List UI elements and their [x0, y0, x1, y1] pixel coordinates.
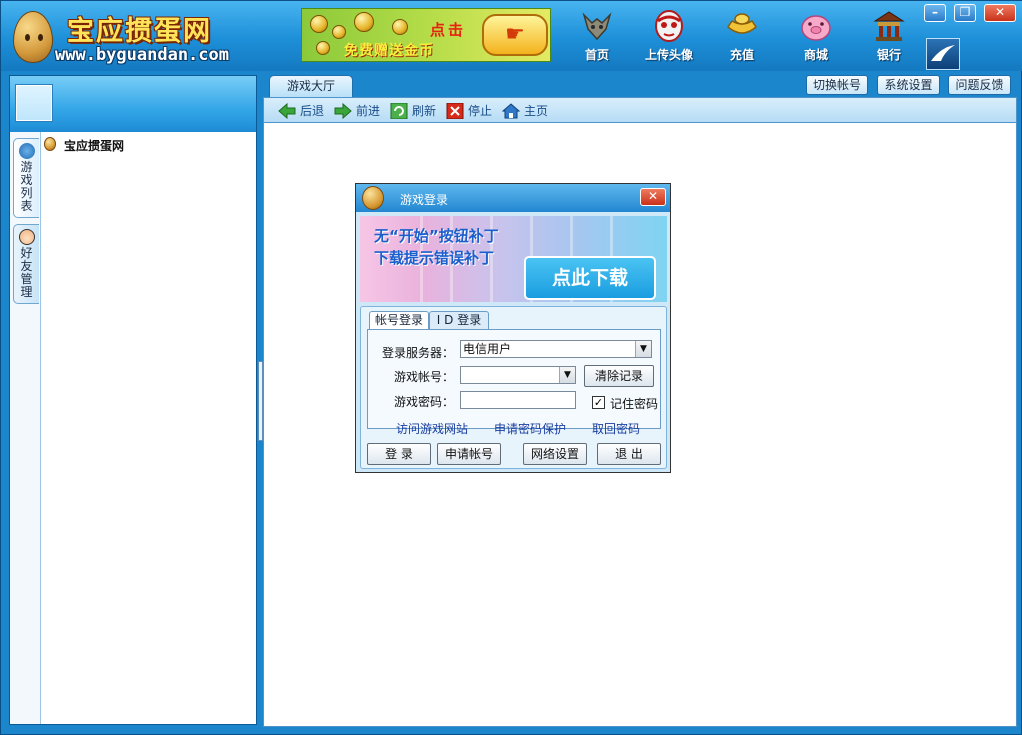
system-settings-button[interactable]: 系统设置 — [877, 75, 940, 95]
tab-game-list-label: 游戏列表 — [20, 160, 33, 213]
banner-click-text: 点击 — [430, 21, 467, 39]
patch-ad-banner[interactable]: 无“开始”按钮补丁 下载提示错误补丁 点此下载 — [360, 216, 667, 302]
account-label: 游戏帐号： — [394, 370, 455, 384]
nav-recharge-button[interactable]: 充值 — [712, 9, 772, 67]
chevron-down-icon[interactable]: ▼ — [559, 367, 575, 383]
home-label: 主页 — [524, 104, 549, 118]
apply-protection-link[interactable]: 申请密码保护 — [494, 420, 566, 437]
login-form-panel: 帐号登录 I D 登录 登录服务器： 电信用户 ▼ 游戏帐号： ▼ 清除记录 游… — [360, 306, 667, 469]
back-label: 后退 — [300, 104, 325, 118]
login-button[interactable]: 登 录 — [367, 443, 431, 465]
refresh-label: 刷新 — [412, 104, 437, 118]
close-button[interactable]: ✕ — [984, 4, 1016, 22]
banner-free-coins-text: 免费赠送金币 — [344, 43, 434, 59]
tree-item-label: 宝应掼蛋网 — [64, 139, 125, 153]
maximize-button[interactable]: ❐ — [954, 4, 976, 22]
avatar[interactable] — [16, 85, 52, 121]
minimize-button[interactable]: – — [924, 4, 946, 22]
tab-friend-management-label: 好友管理 — [20, 246, 33, 299]
game-list-icon — [18, 143, 35, 159]
nav-bank-label: 银行 — [876, 48, 901, 62]
nav-home-button[interactable]: 首页 — [567, 9, 627, 67]
dialog-close-button[interactable]: ✕ — [640, 188, 666, 206]
bank-building-icon — [873, 11, 905, 41]
forward-button[interactable]: 前进 — [334, 101, 380, 121]
main-window: 宝应掼蛋网 www.byguandan.com 点击 免费赠送金币 ☛ 首页 上… — [0, 0, 1022, 735]
bird-logo-icon — [926, 38, 960, 70]
tab-id-login[interactable]: I D 登录 — [429, 311, 489, 329]
login-dialog: 游戏登录 ✕ 无“开始”按钮补丁 下载提示错误补丁 点此下载 帐号登录 I D … — [355, 183, 671, 473]
nav-upload-avatar-label: 上传头像 — [644, 48, 693, 62]
nav-upload-avatar-button[interactable]: 上传头像 — [639, 9, 699, 67]
tree-item-root[interactable]: 宝应掼蛋网 — [42, 134, 252, 154]
logo-url: www.byguandan.com — [55, 45, 229, 65]
sidebar-vertical-tabs: 游戏列表 好友管理 — [10, 132, 41, 724]
nav-recharge-label: 充值 — [729, 48, 754, 62]
ad-line-2: 下载提示错误补丁 — [374, 249, 495, 267]
promo-banner[interactable]: 点击 免费赠送金币 ☛ — [301, 8, 551, 62]
back-button[interactable]: 后退 — [278, 101, 324, 121]
password-label: 游戏密码： — [394, 395, 455, 409]
switch-account-button[interactable]: 切换帐号 — [806, 75, 868, 95]
tab-game-lobby[interactable]: 游戏大厅 — [269, 75, 353, 97]
chevron-down-icon[interactable]: ▼ — [635, 341, 651, 357]
download-button[interactable]: 点此下载 — [524, 256, 656, 300]
stop-icon — [446, 103, 464, 119]
ad-line-1: 无“开始”按钮补丁 — [374, 227, 499, 245]
nav-home-label: 首页 — [584, 48, 609, 62]
sidebar: 游戏列表 好友管理 宝应掼蛋网 — [9, 75, 257, 725]
warrior-helmet-icon — [582, 12, 612, 41]
server-select-value: 电信用户 — [463, 342, 512, 356]
friend-face-icon — [18, 229, 35, 245]
clear-history-button[interactable]: 清除记录 — [584, 365, 654, 387]
exit-button[interactable]: 退 出 — [597, 443, 661, 465]
forward-label: 前进 — [356, 104, 381, 118]
app-logo: 宝应掼蛋网 www.byguandan.com — [9, 7, 269, 67]
stop-label: 停止 — [468, 104, 493, 118]
dialog-button-row: 登 录 申请帐号 网络设置 退 出 — [361, 441, 666, 467]
nav-mall-button[interactable]: 商城 — [786, 9, 846, 67]
main-panel: 游戏大厅 切换帐号 系统设置 问题反馈 后退 前进 刷新 停止 主页 游戏登录 … — [263, 75, 1017, 727]
network-settings-button[interactable]: 网络设置 — [523, 443, 587, 465]
account-combo[interactable]: ▼ — [460, 366, 576, 384]
account-login-form: 登录服务器： 电信用户 ▼ 游戏帐号： ▼ 清除记录 游戏密码： ✓ 记住密码 … — [367, 329, 661, 436]
register-button[interactable]: 申请帐号 — [437, 443, 501, 465]
banner-hand-button-icon[interactable]: ☛ — [482, 14, 548, 56]
gold-ingot-icon — [727, 13, 757, 34]
egg-node-icon — [44, 137, 56, 151]
recover-password-link[interactable]: 取回密码 — [592, 420, 640, 437]
browser-toolbar: 后退 前进 刷新 停止 主页 — [263, 97, 1017, 123]
sidebar-header — [10, 76, 256, 132]
logo-title: 宝应掼蛋网 — [67, 16, 212, 47]
forward-arrow-icon — [334, 103, 352, 119]
refresh-button[interactable]: 刷新 — [390, 101, 436, 121]
home-icon — [502, 103, 520, 119]
remember-password-label: 记住密码 — [610, 397, 659, 411]
server-label: 登录服务器： — [382, 346, 455, 360]
nav-mall-label: 商城 — [803, 48, 828, 62]
dialog-title-bar[interactable]: 游戏登录 ✕ — [356, 184, 670, 212]
web-content-area: 游戏登录 ✕ 无“开始”按钮补丁 下载提示错误补丁 点此下载 帐号登录 I D … — [263, 123, 1017, 727]
stop-button[interactable]: 停止 — [446, 101, 492, 121]
dialog-title: 游戏登录 — [400, 193, 449, 207]
refresh-icon — [390, 103, 408, 119]
tab-game-list[interactable]: 游戏列表 — [13, 138, 39, 218]
opera-mask-icon — [655, 10, 683, 42]
back-arrow-icon — [278, 103, 296, 119]
pink-pig-icon — [801, 15, 831, 41]
tab-friend-management[interactable]: 好友管理 — [13, 224, 39, 304]
visit-site-link[interactable]: 访问游戏网站 — [396, 420, 468, 437]
egg-app-icon — [362, 186, 384, 210]
home-button[interactable]: 主页 — [502, 101, 548, 121]
tab-account-login[interactable]: 帐号登录 — [369, 311, 429, 329]
egg-mascot-icon — [13, 11, 53, 63]
top-bar: 宝应掼蛋网 www.byguandan.com 点击 免费赠送金币 ☛ 首页 上… — [1, 1, 1022, 71]
remember-password-checkbox[interactable]: ✓ — [592, 396, 605, 409]
password-field[interactable] — [460, 391, 576, 409]
nav-bank-button[interactable]: 银行 — [859, 9, 919, 67]
server-select[interactable]: 电信用户 ▼ — [460, 340, 652, 358]
feedback-button[interactable]: 问题反馈 — [948, 75, 1011, 95]
